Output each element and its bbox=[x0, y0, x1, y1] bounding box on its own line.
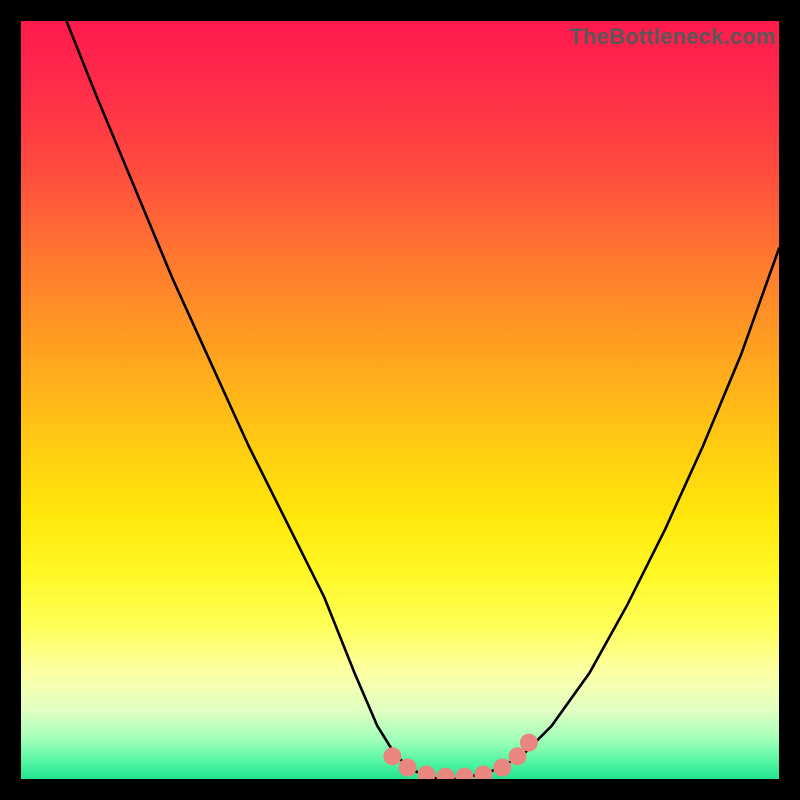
curve-marker bbox=[520, 734, 538, 752]
curve-marker bbox=[437, 768, 455, 779]
curve-marker bbox=[455, 768, 473, 779]
curve-markers bbox=[383, 734, 538, 779]
curve-marker bbox=[399, 759, 417, 777]
curve-marker bbox=[474, 766, 492, 780]
chart-svg bbox=[21, 21, 779, 779]
bottleneck-curve bbox=[67, 21, 780, 779]
plot-area bbox=[21, 21, 779, 779]
curve-marker bbox=[383, 747, 401, 765]
curve-marker bbox=[493, 759, 511, 777]
watermark-text: TheBottleneck.com bbox=[570, 24, 776, 50]
curve-marker bbox=[418, 766, 436, 780]
chart-frame: TheBottleneck.com bbox=[0, 0, 800, 800]
